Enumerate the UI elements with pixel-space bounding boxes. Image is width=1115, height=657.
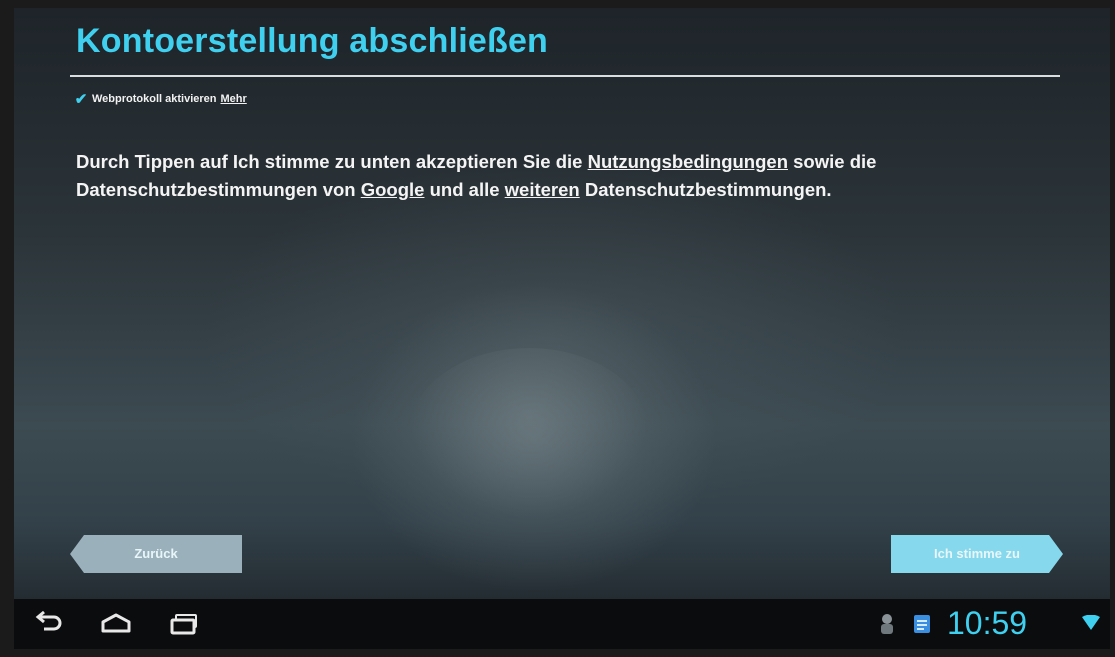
notification-icon[interactable] (911, 612, 933, 636)
terms-text-part4: und alle (424, 179, 505, 200)
terms-text-part1: Durch Tippen auf (76, 151, 233, 172)
web-history-checkbox[interactable]: ✔ (74, 91, 88, 108)
status-clock: 10:59 (947, 605, 1028, 641)
terms-text-part2: unten akzeptieren Sie die (355, 151, 588, 172)
terms-of-service-link[interactable]: Nutzungsbedingungen (588, 151, 788, 172)
device-bezel: Kontoerstellung abschließen ✔ Webprotoko… (0, 0, 1115, 657)
terms-text: Durch Tippen auf Ich stimme zu unten akz… (76, 148, 1056, 204)
page-title: Kontoerstellung abschließen (76, 22, 549, 60)
back-icon[interactable] (32, 610, 68, 637)
wallpaper-figure (409, 348, 649, 518)
home-icon[interactable] (98, 611, 134, 637)
system-navigation-bar: 10:59 (14, 599, 1110, 649)
web-history-option: ✔ Webprotokoll aktivieren Mehr (74, 91, 247, 108)
terms-text-part5: Datenschutzbestimmungen. (579, 179, 832, 200)
android-notification-icon[interactable] (876, 612, 898, 636)
web-history-label: Webprotokoll aktivieren (92, 93, 217, 105)
terms-bold-phrase: Ich stimme zu (232, 151, 356, 172)
tablet-screen: Kontoerstellung abschließen ✔ Webprotoko… (14, 8, 1110, 649)
further-privacy-link[interactable]: weiteren (505, 179, 580, 200)
wifi-icon (1082, 614, 1100, 631)
agree-button[interactable]: Ich stimme zu (891, 535, 1063, 573)
recent-apps-icon[interactable] (168, 611, 204, 637)
title-divider (70, 75, 1060, 77)
google-privacy-link[interactable]: Google (361, 179, 425, 200)
more-link[interactable]: Mehr (221, 93, 247, 105)
back-button[interactable]: Zurück (70, 535, 242, 573)
